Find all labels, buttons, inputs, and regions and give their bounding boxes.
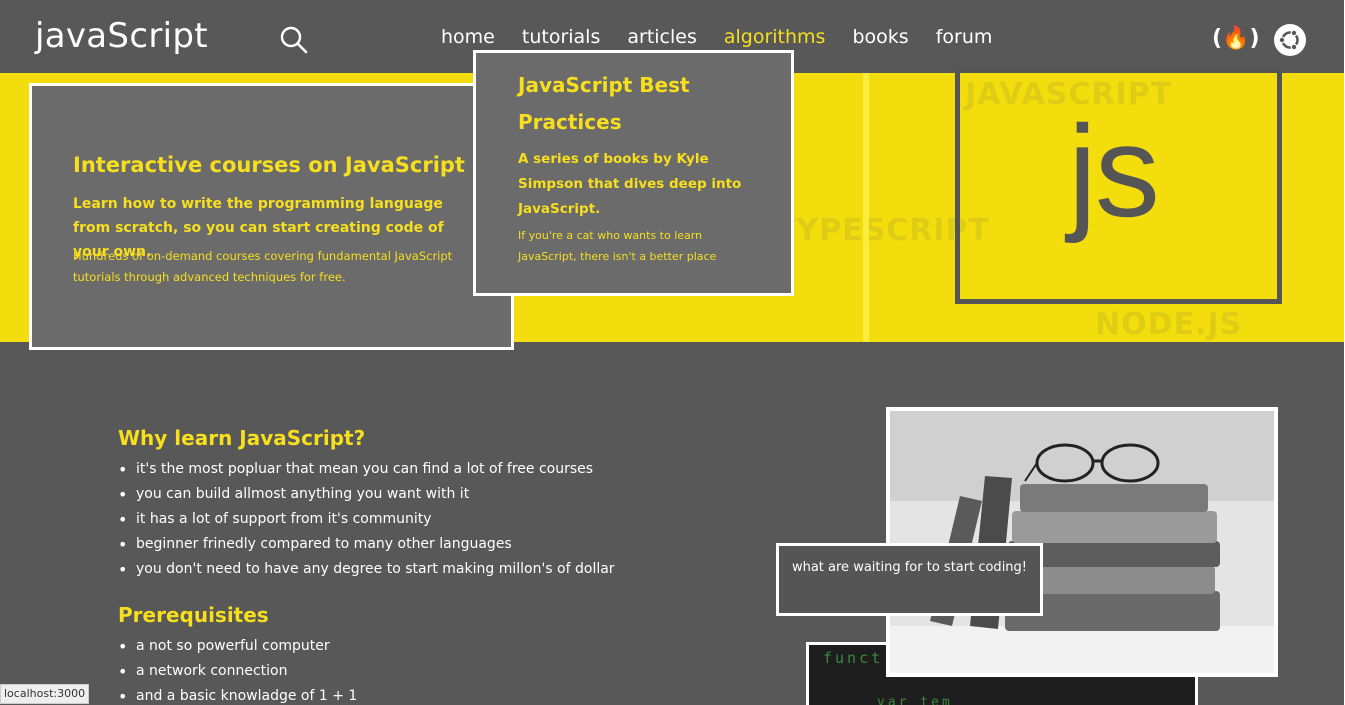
- js-logo: js: [1068, 98, 1160, 244]
- list-item: you don't need to have any degree to sta…: [118, 557, 615, 582]
- nav-books[interactable]: books: [852, 26, 908, 48]
- books-illustration: [890, 411, 1274, 673]
- books-card-title: JavaScript Best Practices: [518, 73, 690, 134]
- nav-algorithms[interactable]: algorithms: [724, 26, 826, 48]
- books-photo: [886, 407, 1278, 677]
- books-card-sub: If you're a cat who wants to learn JavaS…: [518, 229, 717, 263]
- courses-card[interactable]: Interactive courses on JavaScript Learn …: [29, 83, 514, 350]
- cta-box[interactable]: what are waiting for to start coding!: [776, 543, 1043, 616]
- list-item: it has a lot of support from it's commun…: [118, 507, 615, 532]
- status-bar-url: localhost:3000: [0, 684, 90, 704]
- list-item: a network connection: [118, 659, 357, 684]
- prereq-list: a not so powerful computer a network con…: [118, 634, 357, 705]
- nav-articles[interactable]: articles: [627, 26, 697, 48]
- list-item: and a basic knowladge of 1 + 1: [118, 684, 357, 705]
- code-line: var tem: [877, 695, 953, 705]
- ubuntu-icon[interactable]: [1274, 24, 1306, 56]
- hero-divider: [863, 73, 869, 342]
- prereq-title: Prerequisites: [118, 603, 269, 627]
- nav-tutorials[interactable]: tutorials: [522, 26, 600, 48]
- list-item: it's the most popluar that mean you can …: [118, 457, 615, 482]
- search-icon[interactable]: [280, 26, 308, 54]
- site-logo[interactable]: javaScript: [35, 16, 208, 56]
- books-card[interactable]: JavaScript Best Practices A series of bo…: [473, 50, 794, 296]
- list-item: you can build allmost anything you want …: [118, 482, 615, 507]
- code-line: funct: [823, 649, 884, 667]
- courses-card-title: Interactive courses on JavaScript: [73, 153, 465, 177]
- courses-card-sub: Hundreds of on-demand courses covering f…: [73, 249, 453, 284]
- why-title: Why learn JavaScript?: [118, 426, 366, 450]
- hero-watermark: NODE.JS: [1095, 307, 1243, 342]
- why-list: it's the most popluar that mean you can …: [118, 457, 615, 582]
- nav-forum[interactable]: forum: [936, 26, 993, 48]
- list-item: a not so powerful computer: [118, 634, 357, 659]
- nav-links: home tutorials articles algorithms books…: [441, 26, 1019, 48]
- list-item: beginner frinedly compared to many other…: [118, 532, 615, 557]
- freecodecamp-icon[interactable]: (🔥): [1212, 26, 1260, 51]
- books-card-lead: A series of books by Kyle Simpson that d…: [518, 151, 742, 217]
- nav-home[interactable]: home: [441, 26, 495, 48]
